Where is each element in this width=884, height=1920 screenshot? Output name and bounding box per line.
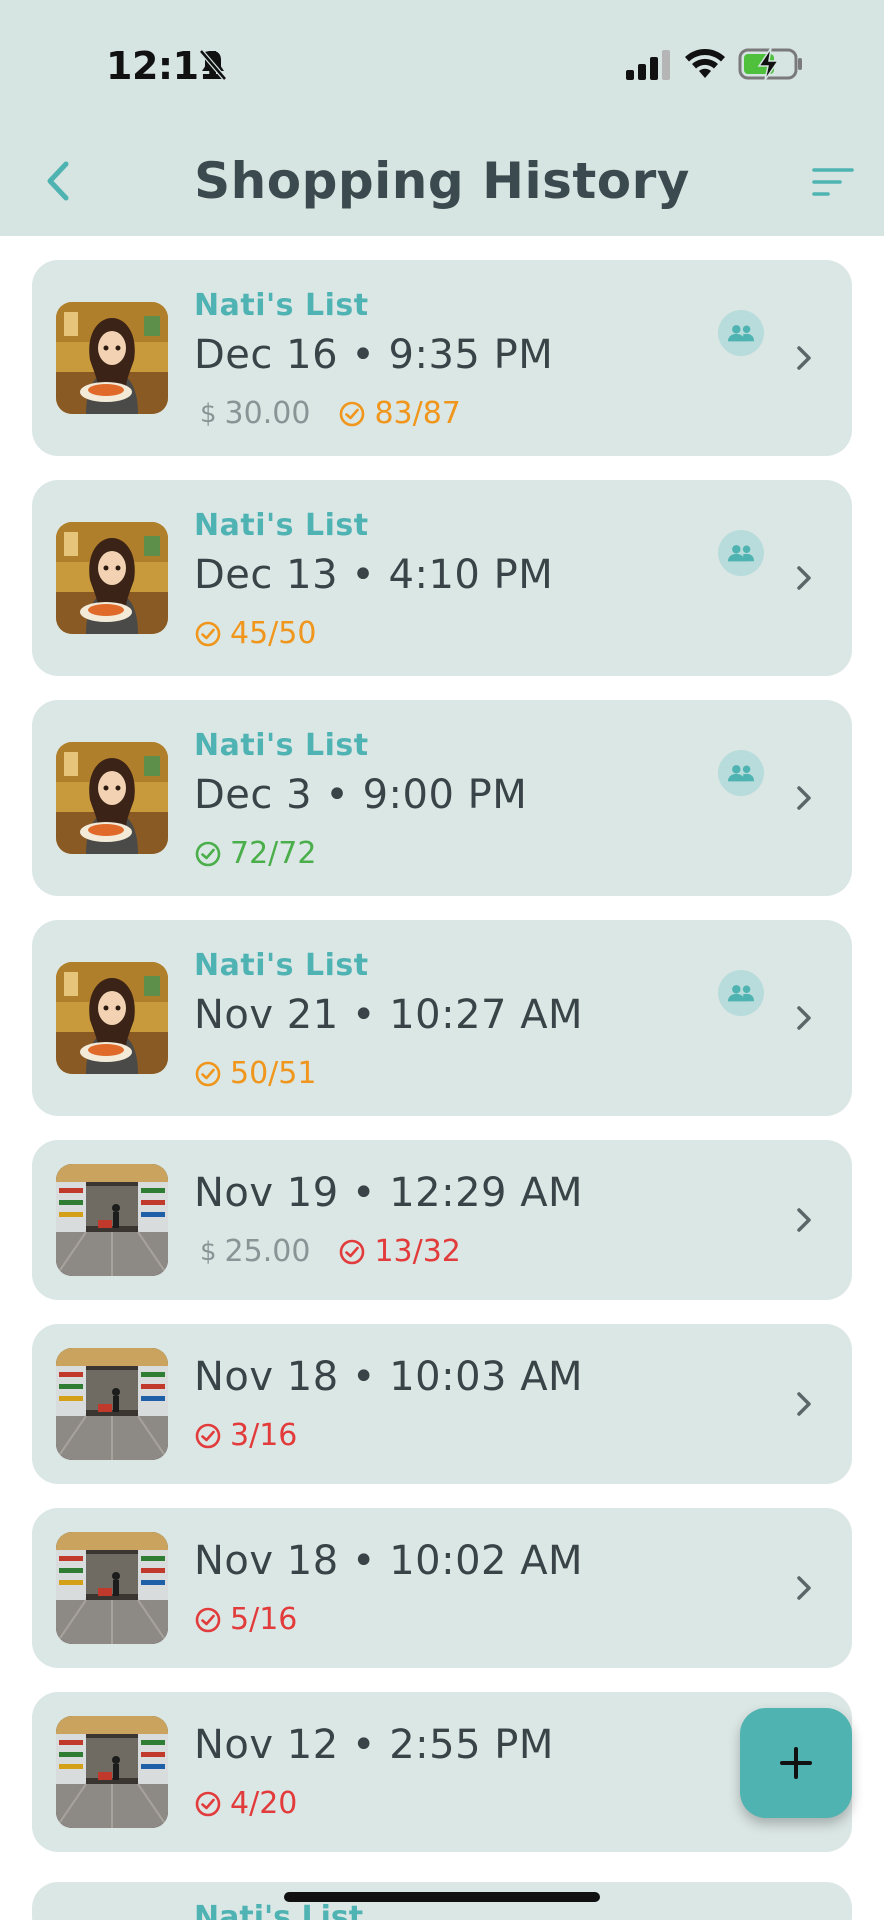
list-thumbnail [56, 1348, 168, 1460]
list-thumbnail [56, 522, 168, 634]
progress-count: 50/51 [194, 1056, 316, 1091]
price: $30.00 [194, 396, 310, 431]
list-owner: Nati's List [194, 948, 369, 983]
list-thumbnail [56, 1716, 168, 1828]
check-circle-icon [195, 621, 221, 646]
list-owner-partial: Nati's List [194, 1900, 364, 1920]
chevron-right-icon [797, 1208, 811, 1232]
sort-icon[interactable] [812, 166, 856, 198]
card-meta: 3/16 [194, 1418, 297, 1453]
check-circle-icon [195, 1423, 221, 1448]
progress-value: 83/87 [374, 396, 461, 431]
chevron-right-icon [797, 1392, 811, 1416]
shopping-datetime: Dec 3 • 9:00 PM [194, 772, 528, 818]
list-owner: Nati's List [194, 508, 369, 543]
progress-value: 3/16 [230, 1418, 298, 1453]
list-thumbnail [56, 1164, 168, 1276]
list-thumbnail [56, 962, 168, 1074]
progress-value: 72/72 [230, 836, 317, 871]
chevron-right-icon [797, 1576, 811, 1600]
history-card[interactable]: Nov 18 • 10:02 AM 5/16 [32, 1508, 852, 1668]
group-icon [718, 750, 764, 796]
history-card[interactable]: Nov 19 • 12:29 AM $25.00 13/32 [32, 1140, 852, 1300]
top-bar: 12:11 Shopping History [0, 0, 884, 236]
chevron-right-icon [797, 786, 811, 810]
list-thumbnail [56, 1532, 168, 1644]
shopping-datetime: Dec 16 • 9:35 PM [194, 332, 554, 378]
chevron-right-icon [797, 566, 811, 590]
card-meta: $30.00 83/87 [194, 396, 461, 431]
history-card[interactable]: Nati's List Dec 13 • 4:10 PM 45/50 [32, 480, 852, 676]
shopping-datetime: Nov 18 • 10:03 AM [194, 1354, 584, 1400]
price-value: 30.00 [224, 396, 311, 431]
progress-count: 72/72 [194, 836, 316, 871]
chevron-right-icon [797, 1006, 811, 1030]
progress-count: 3/16 [194, 1418, 297, 1453]
dollar-icon: $ [200, 398, 217, 429]
card-meta: $25.00 13/32 [194, 1234, 461, 1269]
check-circle-icon [195, 1791, 221, 1816]
shopping-datetime: Nov 18 • 10:02 AM [194, 1538, 584, 1584]
progress-count: 5/16 [194, 1602, 297, 1637]
shopping-datetime: Nov 21 • 10:27 AM [194, 992, 584, 1038]
progress-value: 13/32 [374, 1234, 461, 1269]
price-value: 25.00 [224, 1234, 311, 1269]
bell-muted-icon [199, 49, 227, 81]
list-thumbnail [56, 302, 168, 414]
check-circle-icon [195, 841, 221, 866]
chevron-right-icon [797, 346, 811, 370]
check-circle-icon [195, 1607, 221, 1632]
history-card[interactable]: Nov 18 • 10:03 AM 3/16 [32, 1324, 852, 1484]
page-title: Shopping History [194, 152, 690, 210]
add-button[interactable] [740, 1708, 852, 1818]
history-card[interactable]: Nov 12 • 2:55 PM 4/20 [32, 1692, 852, 1852]
shopping-datetime: Nov 12 • 2:55 PM [194, 1722, 554, 1768]
dollar-icon: $ [200, 1236, 217, 1267]
progress-count: 4/20 [194, 1786, 297, 1821]
plus-icon [780, 1747, 812, 1779]
card-meta: 72/72 [194, 836, 316, 871]
check-circle-icon [340, 1239, 365, 1264]
card-meta: 5/16 [194, 1602, 297, 1637]
home-indicator[interactable] [284, 1892, 600, 1902]
battery-charging-icon [738, 47, 802, 81]
history-card[interactable]: Nati's List Nov 21 • 10:27 AM 50/51 [32, 920, 852, 1116]
progress-count: 13/32 [338, 1234, 461, 1269]
card-meta: 45/50 [194, 616, 316, 651]
check-circle-icon [195, 1061, 221, 1086]
group-icon [718, 530, 764, 576]
signal-icon [626, 50, 670, 80]
price: $25.00 [194, 1234, 310, 1269]
card-meta: 4/20 [194, 1786, 297, 1821]
progress-count: 45/50 [194, 616, 316, 651]
shopping-datetime: Dec 13 • 4:10 PM [194, 552, 554, 598]
wifi-icon [685, 49, 725, 78]
progress-value: 45/50 [230, 616, 317, 651]
history-list: Nati's List Dec 16 • 9:35 PM $30.00 83/87 N… [32, 260, 852, 1876]
list-owner: Nati's List [194, 728, 369, 763]
progress-value: 50/51 [230, 1056, 317, 1091]
shopping-datetime: Nov 19 • 12:29 AM [194, 1170, 584, 1216]
progress-value: 5/16 [230, 1602, 298, 1637]
check-circle-icon [340, 401, 365, 426]
history-card[interactable]: Nati's List Dec 16 • 9:35 PM $30.00 83/87 [32, 260, 852, 456]
list-owner: Nati's List [194, 288, 369, 323]
card-meta: 50/51 [194, 1056, 316, 1091]
group-icon [718, 310, 764, 356]
list-thumbnail [56, 742, 168, 854]
history-card[interactable]: Nati's List Dec 3 • 9:00 PM 72/72 [32, 700, 852, 896]
progress-count: 83/87 [338, 396, 461, 431]
progress-value: 4/20 [230, 1786, 298, 1821]
group-icon [718, 970, 764, 1016]
